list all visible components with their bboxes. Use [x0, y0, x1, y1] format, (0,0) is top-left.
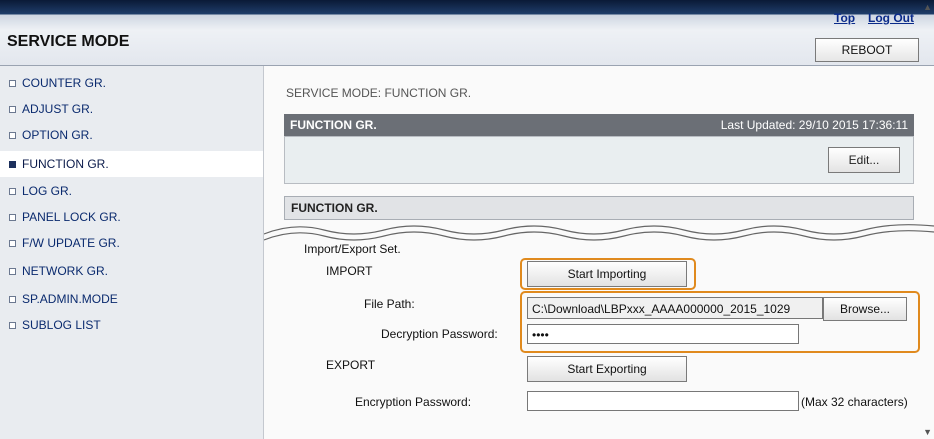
sidebar-item-log[interactable]: LOG GR.	[0, 178, 263, 204]
sidebar-item-sublog[interactable]: SUBLOG LIST	[0, 312, 263, 338]
logout-link[interactable]: Log Out	[868, 11, 914, 25]
sidebar-item-label: SUBLOG LIST	[22, 318, 101, 332]
square-bullet-icon	[9, 161, 16, 169]
header-bar: SERVICE MODE Top Log Out REBOOT ▲	[0, 0, 934, 66]
file-path-label: File Path:	[364, 297, 415, 311]
decryption-password-input[interactable]: ••••	[527, 324, 799, 344]
sidebar-item-network[interactable]: NETWORK GR.	[0, 258, 263, 284]
sidebar-item-option[interactable]: OPTION GR.	[0, 122, 263, 148]
square-bullet-icon	[9, 106, 16, 114]
square-bullet-icon	[9, 296, 16, 304]
function-panel-body	[284, 136, 914, 184]
square-bullet-icon	[9, 214, 16, 222]
import-label: IMPORT	[326, 264, 373, 278]
function-panel-header: FUNCTION GR. Last Updated: 29/10 2015 17…	[284, 114, 914, 136]
page-title: SERVICE MODE	[7, 33, 130, 50]
sidebar-item-label: LOG GR.	[22, 184, 73, 198]
start-importing-button[interactable]: Start Importing	[527, 261, 687, 287]
square-bullet-icon	[9, 322, 16, 330]
scroll-down-icon[interactable]: ▼	[923, 427, 932, 437]
sidebar-item-panel-lock[interactable]: PANEL LOCK GR.	[0, 204, 263, 230]
last-updated-text: Last Updated: 29/10 2015 17:36:11	[720, 118, 908, 132]
start-exporting-button[interactable]: Start Exporting	[527, 356, 687, 382]
square-bullet-icon	[9, 132, 16, 140]
sidebar-item-label: COUNTER GR.	[22, 76, 106, 90]
encryption-password-input[interactable]	[527, 391, 799, 411]
sidebar-item-fw-update[interactable]: F/W UPDATE GR.	[0, 230, 263, 256]
sidebar-item-sp-admin[interactable]: SP.ADMIN.MODE	[0, 286, 263, 312]
panel-title: FUNCTION GR.	[290, 118, 377, 132]
sidebar-item-function[interactable]: FUNCTION GR.	[0, 151, 263, 177]
sidebar-item-label: F/W UPDATE GR.	[22, 236, 120, 250]
breadcrumb: SERVICE MODE: FUNCTION GR.	[286, 86, 472, 100]
sidebar-item-label: SP.ADMIN.MODE	[22, 292, 118, 306]
square-bullet-icon	[9, 80, 16, 88]
encryption-password-label: Encryption Password:	[355, 395, 472, 409]
sidebar-item-label: ADJUST GR.	[22, 102, 94, 116]
sidebar-item-counter[interactable]: COUNTER GR.	[0, 70, 263, 96]
sidebar-item-label: FUNCTION GR.	[22, 157, 109, 171]
reboot-button[interactable]: REBOOT	[815, 38, 919, 62]
panel2-title: FUNCTION GR.	[291, 201, 378, 215]
decryption-password-label: Decryption Password:	[381, 327, 498, 341]
sidebar-item-label: OPTION GR.	[22, 128, 93, 142]
scroll-up-icon[interactable]: ▲	[923, 2, 932, 12]
square-bullet-icon	[9, 268, 16, 276]
sidebar-item-label: NETWORK GR.	[22, 264, 108, 278]
square-bullet-icon	[9, 188, 16, 196]
square-bullet-icon	[9, 240, 16, 248]
top-link[interactable]: Top	[834, 11, 855, 25]
sidebar-item-adjust[interactable]: ADJUST GR.	[0, 96, 263, 122]
sidebar: COUNTER GR. ADJUST GR. OPTION GR. FUNCTI…	[0, 66, 264, 439]
edit-button[interactable]: Edit...	[828, 147, 900, 173]
file-path-input[interactable]: C:\Download\LBPxxx_AAAA000000_2015_1029	[527, 297, 823, 319]
sidebar-item-label: PANEL LOCK GR.	[22, 210, 121, 224]
export-label: EXPORT	[326, 358, 376, 372]
browse-button[interactable]: Browse...	[823, 297, 907, 321]
import-export-label: Import/Export Set.	[304, 242, 401, 256]
max-chars-note: (Max 32 characters)	[801, 395, 908, 409]
